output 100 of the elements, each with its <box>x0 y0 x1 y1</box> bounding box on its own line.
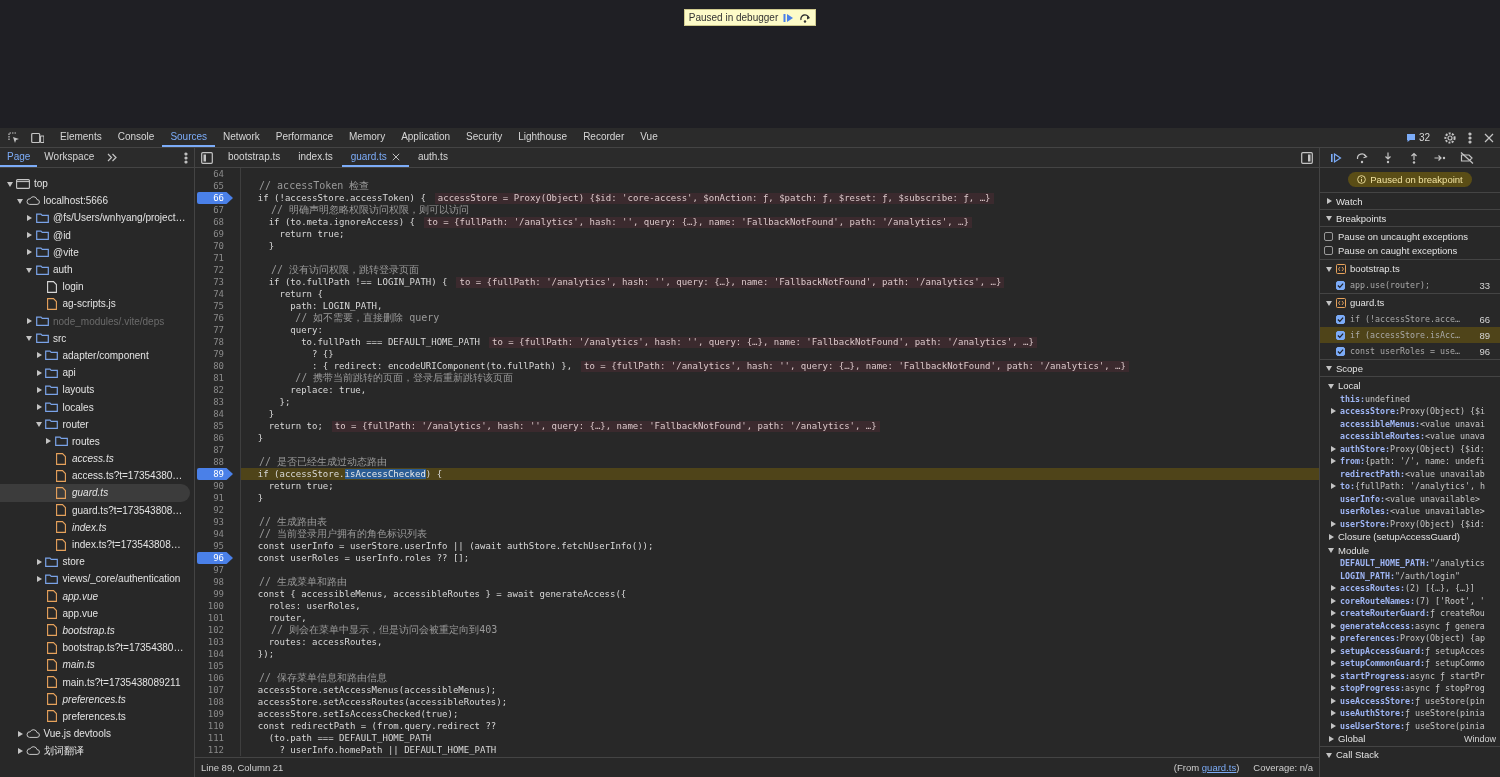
panel-tab[interactable]: Network <box>215 128 268 147</box>
scope-entry[interactable]: this:undefined <box>1320 392 1500 405</box>
line-number[interactable]: 112 <box>197 744 233 756</box>
line-number[interactable]: 64 <box>197 168 233 180</box>
line-number[interactable]: 74 <box>197 288 233 300</box>
chevrons-icon[interactable] <box>107 153 118 162</box>
checkbox[interactable] <box>1336 314 1345 324</box>
panel-tab[interactable]: Memory <box>341 128 394 147</box>
scope-entry[interactable]: userInfo:<value unavailable> <box>1320 492 1500 505</box>
line-number[interactable]: 91 <box>197 492 233 504</box>
scope-entry[interactable]: stopProgress:async ƒ stopProg <box>1320 682 1500 695</box>
line-number[interactable]: 73 <box>197 276 233 288</box>
caret-icon[interactable] <box>35 386 42 393</box>
caret-icon[interactable] <box>16 747 23 754</box>
scope-entry[interactable]: accessibleMenus:<value unavai <box>1320 417 1500 430</box>
scope-entry[interactable]: useAccessStore:ƒ useStore(pin <box>1320 694 1500 707</box>
line-number[interactable]: 100 <box>197 600 233 612</box>
scope-entry[interactable]: from:{path: '/', name: undefi <box>1320 455 1500 468</box>
tree-item[interactable]: layouts <box>0 381 190 399</box>
tree-item[interactable]: @fs/Users/wnhyang/project… <box>0 209 190 227</box>
breakpoint-file[interactable]: guard.ts <box>1320 293 1500 311</box>
line-number[interactable]: 98 <box>197 576 233 588</box>
tree-item[interactable]: auth <box>0 260 190 279</box>
caret-icon[interactable] <box>35 404 42 411</box>
issues-counter[interactable]: 32 <box>1397 128 1438 147</box>
section-header[interactable]: Call Stack <box>1320 745 1500 763</box>
scope-entry[interactable]: useAuthStore:ƒ useStore(pinia <box>1320 707 1500 720</box>
caret-icon[interactable] <box>1330 483 1336 490</box>
line-number[interactable]: 76 <box>197 312 233 324</box>
navigator-tab[interactable]: Workspace <box>37 148 102 167</box>
line-number[interactable]: 111 <box>197 732 233 744</box>
breakpoint-item[interactable]: const userRoles = use… 96 <box>1320 343 1500 359</box>
tree-item[interactable]: guard.ts?t=173543808… <box>0 501 190 519</box>
tree-item[interactable]: bootstrap.ts?t=17354380… <box>0 639 190 657</box>
tree-item[interactable]: locales <box>0 398 190 416</box>
breakpoint-item[interactable]: if (accessStore.isAcc… 89 <box>1320 327 1500 343</box>
line-number[interactable]: 75 <box>197 300 233 312</box>
breakpoint-file[interactable]: bootstrap.ts <box>1320 259 1500 277</box>
tree-item[interactable]: views/_core/authentication <box>0 570 190 588</box>
line-number[interactable]: 90 <box>197 480 233 492</box>
caret-icon[interactable] <box>35 369 42 376</box>
panel-tab[interactable]: Security <box>458 128 511 147</box>
line-number[interactable]: 78 <box>197 336 233 348</box>
sidebar-toggle-icon[interactable] <box>1301 151 1313 164</box>
caret-icon[interactable] <box>1326 365 1332 371</box>
tree-item[interactable]: login <box>0 278 190 296</box>
checkbox[interactable] <box>1336 330 1345 340</box>
caret-icon[interactable] <box>26 232 32 239</box>
tree-item[interactable]: adapter/component <box>0 346 190 365</box>
line-number[interactable]: 94 <box>197 528 233 540</box>
pause-option[interactable]: Pause on caught exceptions <box>1320 243 1500 257</box>
panel-tab[interactable]: Lighthouse <box>510 128 576 147</box>
tree-item[interactable]: bootstrap.ts <box>0 621 190 640</box>
file-tab[interactable]: bootstrap.ts <box>219 148 290 167</box>
more-icon[interactable] <box>1468 131 1472 144</box>
line-number[interactable]: 109 <box>197 708 233 720</box>
caret-icon[interactable] <box>26 335 32 342</box>
line-number[interactable]: 82 <box>197 384 233 396</box>
caret-icon[interactable] <box>26 266 32 273</box>
caret-icon[interactable] <box>1326 215 1332 221</box>
checkbox[interactable] <box>1336 280 1345 290</box>
panel-tab[interactable]: Application <box>393 128 459 147</box>
scope-group[interactable]: Local <box>1320 379 1500 393</box>
step-out-icon[interactable] <box>1408 151 1420 164</box>
checkbox[interactable] <box>1336 346 1345 356</box>
device-toolbar-icon[interactable] <box>30 131 44 144</box>
resume-icon[interactable] <box>1330 151 1342 164</box>
tree-item[interactable]: api <box>0 364 190 382</box>
file-tab[interactable]: auth.ts <box>408 148 457 167</box>
line-number[interactable]: 65 <box>197 180 233 192</box>
line-number[interactable]: 95 <box>197 540 233 552</box>
more-icon[interactable] <box>184 151 188 164</box>
tree-item[interactable]: store <box>0 553 190 571</box>
caret-icon[interactable] <box>26 214 32 221</box>
scope-entry[interactable]: generateAccess:async ƒ genera <box>1320 619 1500 632</box>
scope-entry[interactable]: startProgress:async ƒ startPr <box>1320 669 1500 682</box>
caret-icon[interactable] <box>1328 533 1334 540</box>
sidebar-toggle-icon[interactable] <box>201 151 213 164</box>
step-over-icon[interactable] <box>1356 151 1368 164</box>
line-number[interactable]: 99 <box>197 588 233 600</box>
tree-item[interactable]: index.ts?t=173543808… <box>0 535 190 554</box>
tree-item[interactable]: localhost:5666 <box>0 192 190 210</box>
scope-entry[interactable]: DEFAULT_HOME_PATH:"/analytics <box>1320 557 1500 570</box>
line-number[interactable]: 68 <box>197 216 233 228</box>
scope-entry[interactable]: to:{fullPath: '/analytics', h <box>1320 480 1500 493</box>
tree-item[interactable]: app.vue <box>0 587 190 605</box>
line-number[interactable]: 105 <box>197 660 233 672</box>
scope-entry[interactable]: accessRoutes:(2) [{…}, {…}] <box>1320 582 1500 595</box>
line-number[interactable]: 107 <box>197 684 233 696</box>
tree-item[interactable]: preferences.ts <box>0 707 190 725</box>
line-number[interactable]: 96 <box>197 552 233 564</box>
tree-item[interactable]: index.ts <box>0 518 190 536</box>
tree-item[interactable]: router <box>0 415 190 433</box>
panel-tab[interactable]: Recorder <box>575 128 633 147</box>
scope-entry[interactable]: authStore:Proxy(Object) {$id: <box>1320 442 1500 455</box>
scope-entry[interactable]: setupAccessGuard:ƒ setupAcces <box>1320 644 1500 657</box>
file-tab[interactable]: guard.ts <box>341 148 409 167</box>
line-number[interactable]: 92 <box>197 504 233 516</box>
caret-icon[interactable] <box>35 558 42 565</box>
line-number[interactable]: 86 <box>197 432 233 444</box>
